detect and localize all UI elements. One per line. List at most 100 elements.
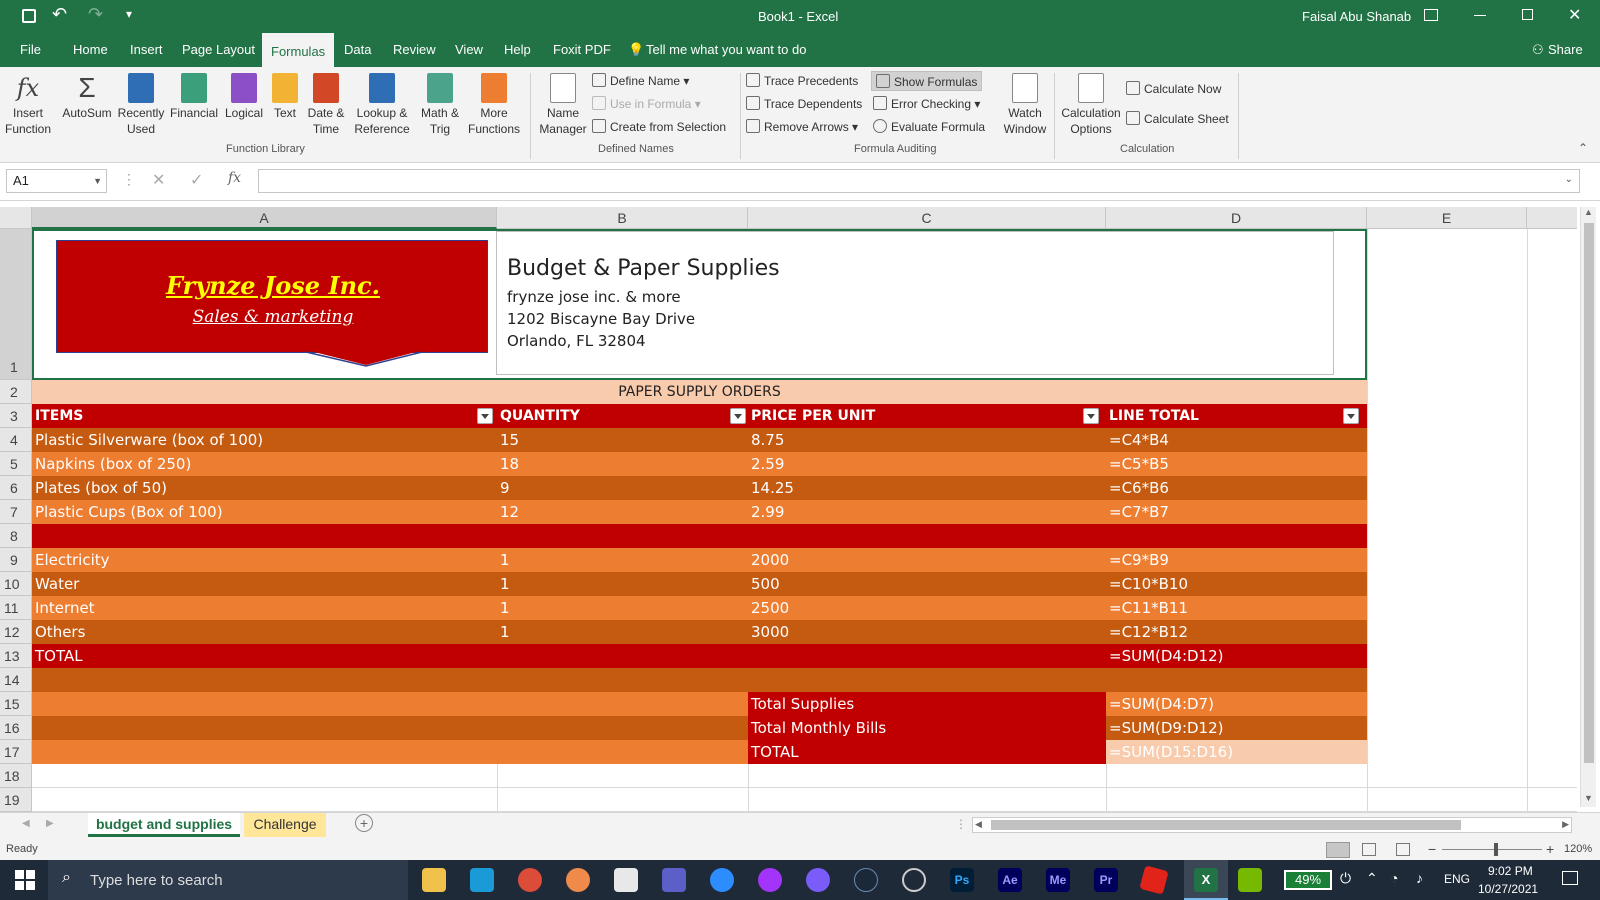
remove-arrows-button[interactable]: Remove Arrows ▾ — [746, 117, 858, 137]
language-indicator[interactable]: ENG — [1444, 872, 1470, 886]
tab-home[interactable]: Home — [73, 33, 108, 67]
header-line-total[interactable]: LINE TOTAL — [1106, 404, 1367, 428]
row-header-6[interactable]: 6 — [0, 476, 32, 500]
show-formulas-button[interactable]: Show Formulas — [871, 71, 983, 91]
tab-data[interactable]: Data — [344, 33, 371, 67]
row-header-1[interactable]: 1 — [0, 229, 32, 380]
cell-line-total[interactable]: =SUM(D4:D12) — [1106, 644, 1367, 668]
nvidia-icon[interactable] — [1238, 868, 1262, 892]
financial-button[interactable]: Financial — [168, 73, 220, 121]
cell-price[interactable]: 2.99 — [748, 500, 1106, 524]
row-header-7[interactable]: 7 — [0, 500, 32, 524]
cell-quantity[interactable]: 1 — [497, 620, 748, 644]
sheet-tab-challenge[interactable]: Challenge — [244, 813, 326, 837]
evaluate-formula-button[interactable]: Evaluate Formula — [873, 117, 985, 137]
cell-price[interactable]: 14.25 — [748, 476, 1106, 500]
cell-price[interactable]: 500 — [748, 572, 1106, 596]
restore-icon[interactable] — [1522, 9, 1533, 20]
cell-line-total[interactable] — [1106, 524, 1367, 548]
column-header-a[interactable]: A — [32, 207, 497, 229]
cell-quantity[interactable]: 1 — [497, 548, 748, 572]
tab-file[interactable]: File — [20, 33, 41, 67]
user-name[interactable]: Faisal Abu Shanab — [1302, 9, 1411, 24]
row-header-18[interactable]: 18 — [0, 764, 32, 788]
spacer-row[interactable] — [32, 668, 1367, 692]
row-header-8[interactable]: 8 — [0, 524, 32, 548]
taskbar-search-box[interactable]: ⌕ Type here to search — [48, 860, 408, 900]
media-encoder-icon[interactable]: Me — [1046, 868, 1070, 892]
autosum-button[interactable]: Σ AutoSum — [60, 73, 114, 121]
roblox-icon[interactable] — [1139, 865, 1169, 895]
redo-icon[interactable]: ↷ — [88, 4, 103, 25]
row-header-13[interactable]: 13 — [0, 644, 32, 668]
cell-item[interactable]: Water — [32, 572, 497, 596]
zoom-out-icon[interactable]: − — [1428, 841, 1436, 857]
row-header-15[interactable]: 15 — [0, 692, 32, 716]
zoom-in-icon[interactable]: + — [1546, 841, 1554, 857]
cell-item[interactable]: Others — [32, 620, 497, 644]
trace-dependents-button[interactable]: Trace Dependents — [746, 94, 862, 114]
prev-sheet-icon[interactable]: ◀ — [22, 818, 30, 829]
tab-foxit-pdf[interactable]: Foxit PDF — [553, 33, 611, 67]
cell-line-total[interactable]: =C7*B7 — [1106, 500, 1367, 524]
tab-view[interactable]: View — [455, 33, 483, 67]
zoom-slider-thumb[interactable] — [1494, 843, 1498, 856]
add-sheet-icon[interactable]: + — [355, 814, 373, 832]
windows-start-icon[interactable] — [15, 870, 35, 890]
filter-dropdown-icon[interactable] — [477, 408, 493, 424]
tell-me-search[interactable]: Tell me what you want to do — [646, 33, 806, 67]
cell-quantity[interactable]: 15 — [497, 428, 748, 452]
tab-review[interactable]: Review — [393, 33, 436, 67]
cell-line-total[interactable]: =C4*B4 — [1106, 428, 1367, 452]
select-all-corner[interactable] — [0, 207, 32, 229]
column-header-c[interactable]: C — [748, 207, 1106, 229]
summary-value[interactable]: =SUM(D9:D12) — [1106, 716, 1367, 740]
row-header-19[interactable]: 19 — [0, 788, 32, 812]
power-plug-icon[interactable]: ⏻ — [1340, 870, 1351, 887]
cell-price[interactable]: 2.59 — [748, 452, 1106, 476]
show-hidden-icons[interactable]: ⌃ — [1366, 870, 1378, 887]
l-app-icon[interactable] — [470, 868, 494, 892]
horizontal-scroll-thumb[interactable] — [991, 820, 1461, 830]
customize-toolbar-icon[interactable]: ▾ — [126, 7, 132, 21]
formula-input[interactable]: ⌄ — [258, 169, 1580, 193]
share-button[interactable]: Share — [1548, 33, 1583, 67]
filter-dropdown-icon[interactable] — [730, 408, 746, 424]
header-items[interactable]: ITEMS — [32, 404, 497, 428]
cell-line-total[interactable]: =C12*B12 — [1106, 620, 1367, 644]
cell-line-total[interactable]: =C9*B9 — [1106, 548, 1367, 572]
taskbar-date[interactable]: 10/27/2021 — [1478, 882, 1538, 896]
define-name-button[interactable]: Define Name ▾ — [592, 71, 689, 91]
row-header-14[interactable]: 14 — [0, 668, 32, 692]
cell-quantity[interactable]: 1 — [497, 572, 748, 596]
column-header-b[interactable]: B — [497, 207, 748, 229]
cell-item[interactable] — [32, 524, 497, 548]
chrome-icon[interactable] — [518, 868, 542, 892]
trace-precedents-button[interactable]: Trace Precedents — [746, 71, 858, 91]
tab-help[interactable]: Help — [504, 33, 531, 67]
teams-icon[interactable] — [662, 868, 686, 892]
scroll-left-icon[interactable]: ◀ — [975, 819, 982, 830]
browser-icon[interactable] — [566, 868, 590, 892]
zoom-level[interactable]: 120% — [1564, 843, 1592, 855]
share-icon[interactable]: ⚇ — [1532, 33, 1544, 67]
cell-line-total[interactable]: =C5*B5 — [1106, 452, 1367, 476]
header-block[interactable]: Frynze Jose Inc. Sales & marketing Budge… — [32, 229, 1367, 380]
steam-icon[interactable] — [854, 868, 878, 892]
row-header-2[interactable]: 2 — [0, 380, 32, 404]
obs-icon[interactable] — [902, 868, 926, 892]
ribbon-display-icon[interactable] — [1424, 9, 1438, 21]
page-layout-view-icon[interactable] — [1362, 843, 1376, 856]
confirm-entry-icon[interactable]: ✓ — [190, 170, 203, 190]
discord-icon[interactable] — [806, 868, 830, 892]
cell-line-total[interactable]: =C10*B10 — [1106, 572, 1367, 596]
battery-indicator[interactable]: 49% — [1284, 870, 1332, 890]
undo-icon[interactable]: ↶ — [52, 4, 67, 25]
row-header-12[interactable]: 12 — [0, 620, 32, 644]
cell-price[interactable]: 8.75 — [748, 428, 1106, 452]
more-functions-button[interactable]: More Functions — [464, 73, 524, 137]
cell-line-total[interactable]: =C6*B6 — [1106, 476, 1367, 500]
date-time-button[interactable]: Date & Time — [304, 73, 348, 137]
photoshop-icon[interactable]: Ps — [950, 868, 974, 892]
insert-function-icon[interactable]: fx — [228, 170, 241, 186]
